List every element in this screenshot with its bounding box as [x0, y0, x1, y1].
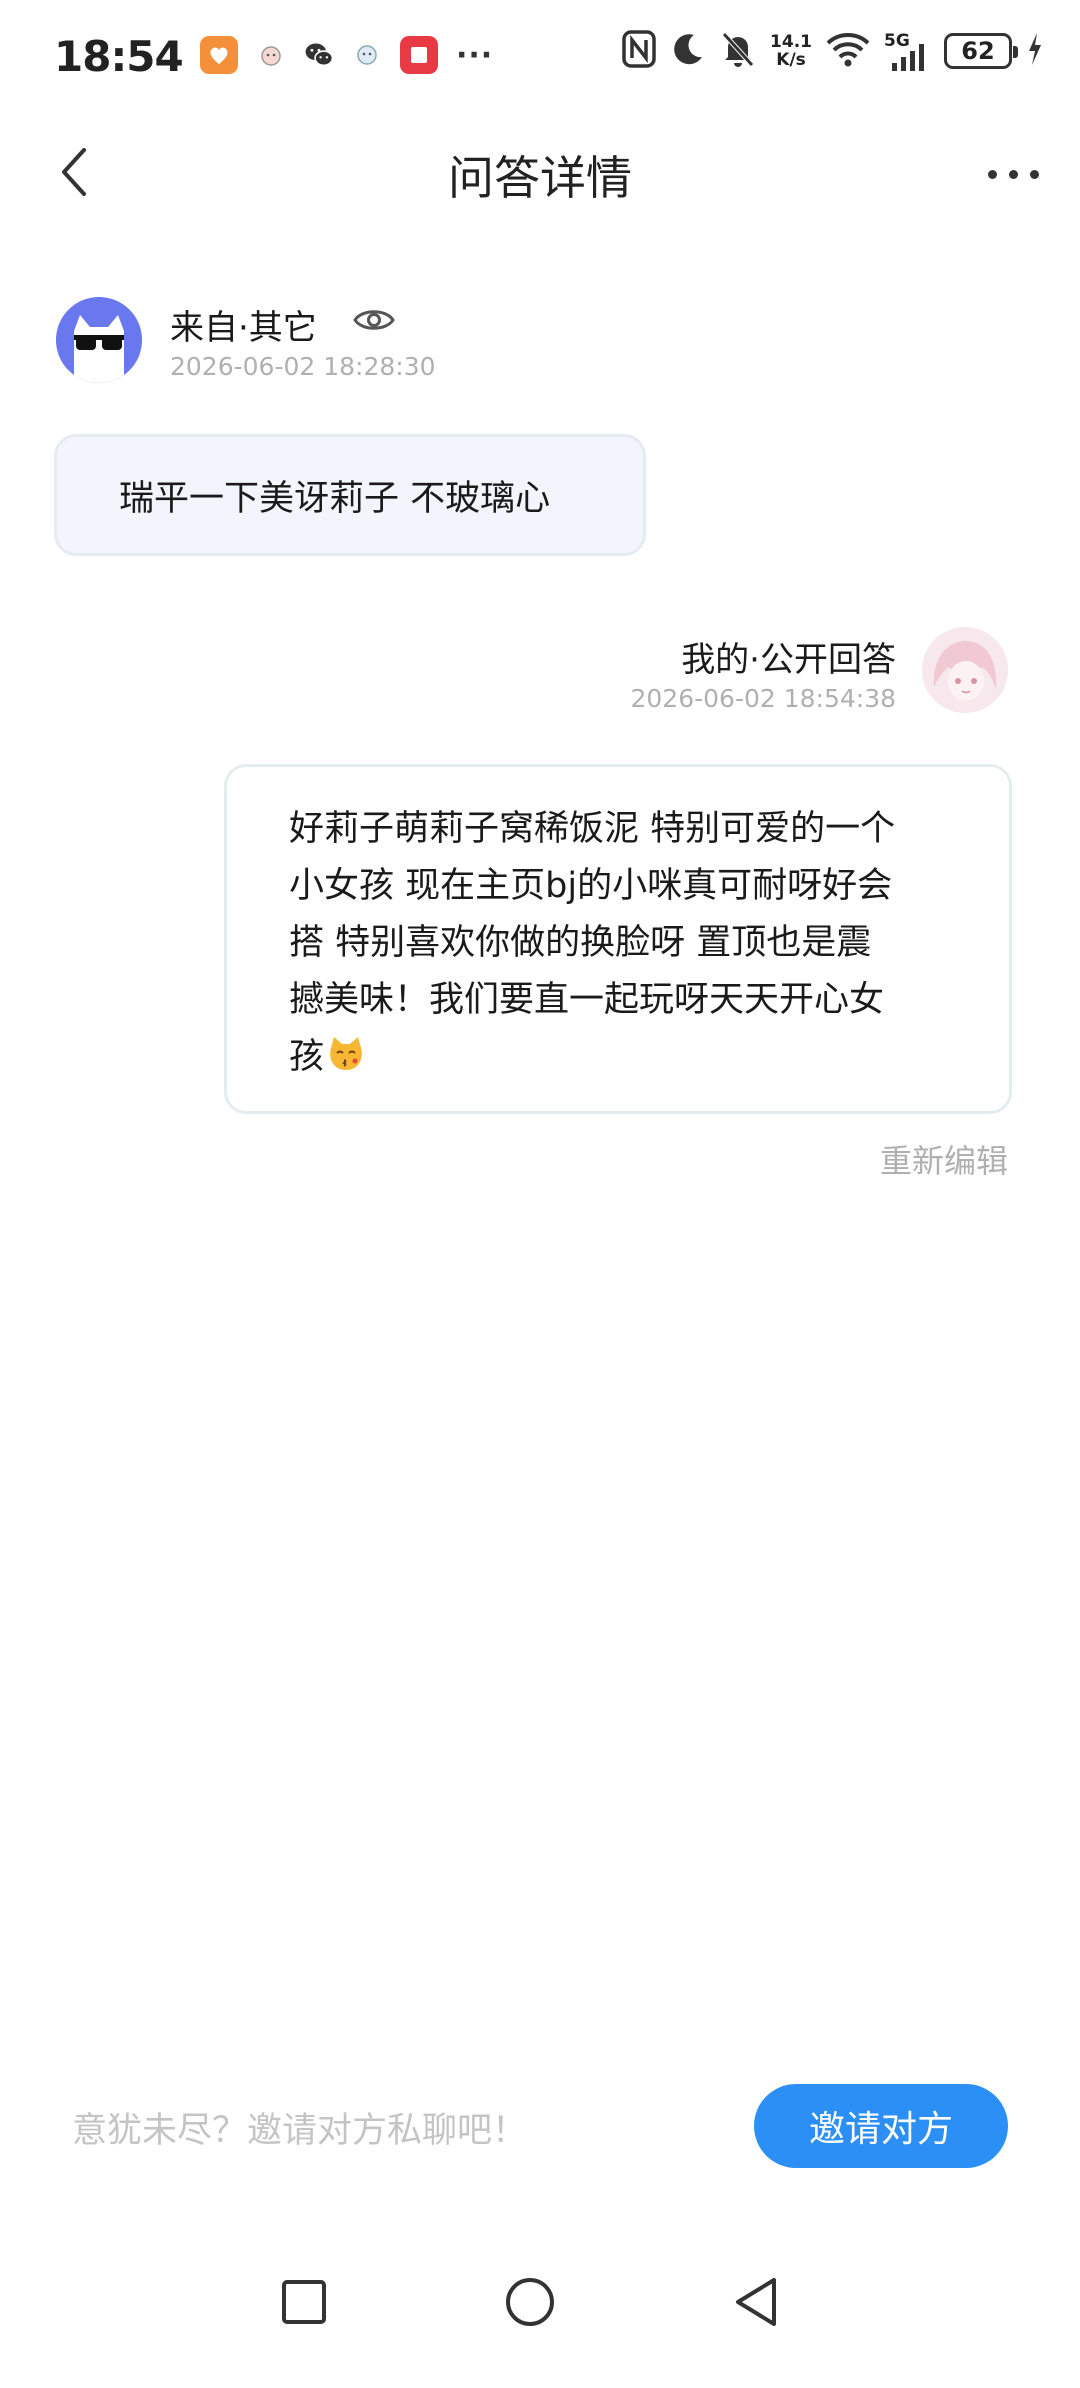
recent-apps-button[interactable]	[264, 2262, 344, 2342]
question-bubble: 瑞平一下美讶莉子 不玻璃心	[54, 434, 646, 556]
asker-avatar[interactable]	[56, 297, 142, 383]
anime-girl-avatar-icon	[922, 627, 1008, 713]
top-bar: 问答详情	[0, 118, 1080, 228]
pet-app-icon	[256, 40, 286, 70]
more-dot-icon	[987, 169, 997, 179]
sunglasses-cat-avatar-icon	[56, 297, 142, 383]
network-speed-value: 14.1	[770, 32, 812, 52]
invite-hint: 意犹未尽？邀请对方私聊吧！	[72, 2111, 528, 2151]
status-time: 18:54	[54, 32, 184, 81]
network-speed: 14.1 K/s	[770, 33, 812, 69]
answer-line: 小女孩 现在主页bj的小咪真可耐呀好会	[289, 866, 893, 906]
answer-timestamp: 2026-06-02 18:54:38	[630, 684, 896, 713]
more-notifications-icon: ···	[456, 37, 494, 73]
app-notification-icon	[200, 36, 238, 74]
network-speed-unit: K/s	[776, 50, 806, 70]
wifi-icon	[826, 31, 870, 71]
answer-label: 我的·公开回答	[681, 640, 896, 680]
wechat-icon	[304, 40, 334, 70]
battery-level: 62	[961, 37, 995, 65]
weather-app-icon	[352, 40, 382, 70]
page-title: 问答详情	[448, 151, 632, 205]
invite-button[interactable]: 邀请对方	[754, 2084, 1008, 2168]
battery-indicator: 62	[944, 33, 1018, 69]
square-icon	[282, 2280, 326, 2324]
more-options-button[interactable]	[978, 144, 1048, 204]
answer-line: 孩	[289, 1037, 325, 1077]
nfc-icon	[622, 30, 656, 72]
triangle-back-icon	[736, 2278, 776, 2326]
eye-icon[interactable]	[352, 304, 396, 336]
more-dot-icon	[1008, 169, 1018, 179]
moon-icon	[670, 31, 706, 71]
answerer-avatar[interactable]	[922, 627, 1008, 713]
reedit-button[interactable]: 重新编辑	[880, 1136, 1008, 1182]
more-dot-icon	[1029, 169, 1039, 179]
question-timestamp: 2026-06-02 18:28:30	[170, 352, 436, 381]
charging-icon	[1026, 31, 1044, 71]
answer-line: 撼美味！我们要直一起玩呀天天开心女	[289, 980, 885, 1020]
answer-line-last: 孩	[289, 1029, 971, 1086]
answer-line: 好莉子萌莉子窝稀饭泥 特别可爱的一个	[289, 809, 896, 849]
answer-line: 搭 特别喜欢你做的换脸呀 置顶也是震	[289, 923, 872, 963]
home-button[interactable]	[490, 2262, 570, 2342]
cell-signal-icon: 5G	[884, 31, 930, 71]
system-icons: 14.1 K/s 5G 62	[622, 30, 1044, 72]
status-bar: 18:54 ··· 14.1 K/s 5G 62	[0, 0, 1080, 118]
answer-bubble: 好莉子萌莉子窝稀饭泥 特别可爱的一个 小女孩 现在主页bj的小咪真可耐呀好会 搭…	[224, 764, 1012, 1114]
red-app-icon	[400, 36, 438, 74]
question-source-label: 来自·其它	[170, 308, 317, 348]
nav-back-button[interactable]	[716, 2262, 796, 2342]
mute-bell-icon	[720, 30, 756, 72]
circle-icon	[506, 2278, 554, 2326]
question-text: 瑞平一下美讶莉子 不玻璃心	[119, 478, 551, 519]
kissing-cat-emoji-icon	[326, 1034, 366, 1074]
notification-icons: ···	[200, 36, 493, 74]
